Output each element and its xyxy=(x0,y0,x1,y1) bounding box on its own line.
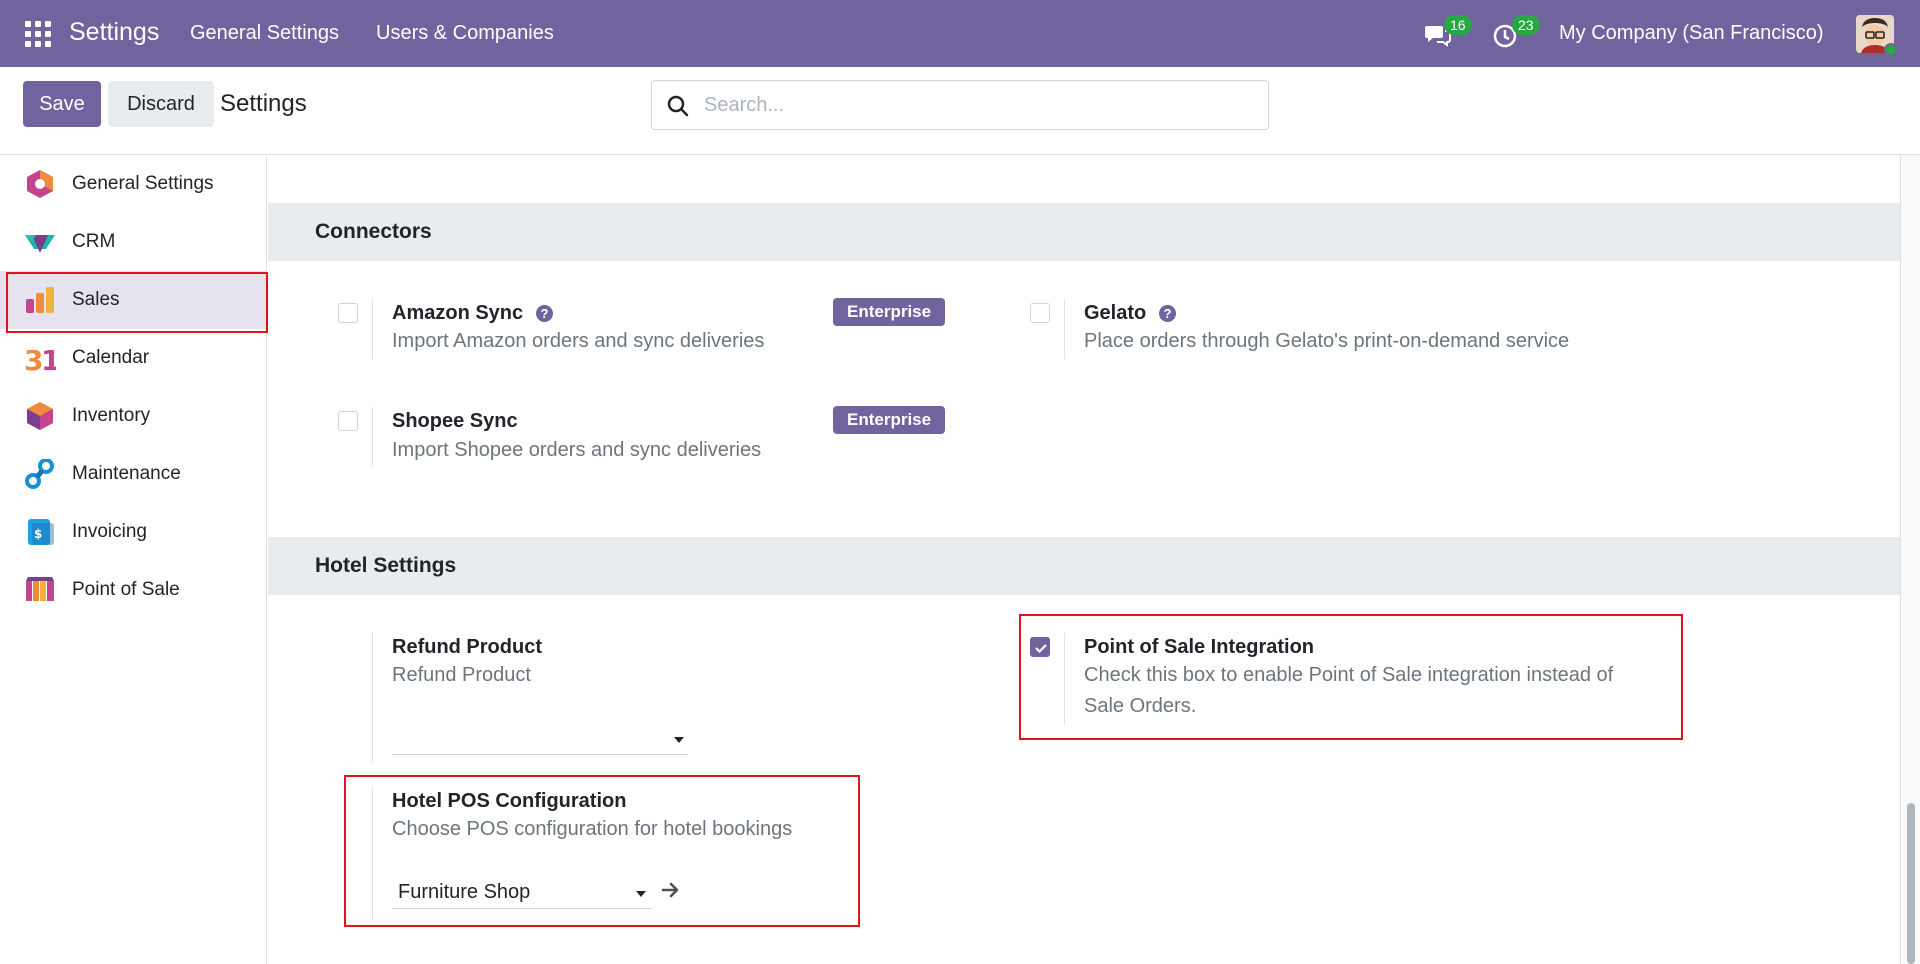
divider xyxy=(1064,633,1065,725)
refund-product-select[interactable] xyxy=(392,723,688,755)
search-input[interactable] xyxy=(704,91,1244,119)
control-panel: Save Discard Settings xyxy=(0,67,1920,155)
help-icon[interactable]: ? xyxy=(536,305,553,322)
section-title: Connectors xyxy=(315,220,432,243)
pos-integration-checkbox[interactable] xyxy=(1030,637,1050,657)
sidebar-item-invoicing[interactable]: $ Invoicing xyxy=(0,503,267,561)
chevron-down-icon xyxy=(636,891,646,897)
hotel-pos-config-value: Furniture Shop xyxy=(398,881,531,903)
activities-button[interactable]: 23 xyxy=(1492,15,1540,51)
apps-menu-icon[interactable] xyxy=(25,21,51,47)
inventory-icon xyxy=(27,402,53,430)
sidebar-item-label: Maintenance xyxy=(72,463,181,484)
calendar-icon: 3 1 xyxy=(24,344,56,373)
company-switcher[interactable]: My Company (San Francisco) xyxy=(1559,22,1824,45)
pos-integration-desc-line2: Sale Orders. xyxy=(1084,695,1197,717)
shopee-sync-checkbox[interactable] xyxy=(338,411,358,431)
divider xyxy=(1064,299,1065,359)
shopee-sync-desc: Import Shopee orders and sync deliveries xyxy=(392,439,762,461)
sidebar-item-label: Inventory xyxy=(72,405,151,426)
top-navbar: Settings General Settings Users & Compan… xyxy=(0,0,1920,67)
svg-text:1: 1 xyxy=(41,344,56,373)
section-title: Hotel Settings xyxy=(315,554,457,577)
help-icon[interactable]: ? xyxy=(1159,305,1176,322)
shopee-sync-title: Shopee Sync xyxy=(392,410,518,432)
menu-general-settings[interactable]: General Settings xyxy=(190,22,339,45)
gelato-checkbox[interactable] xyxy=(1030,303,1050,323)
general-settings-icon xyxy=(27,170,53,198)
settings-content: Connectors Amazon Sync ? Import Amazon o… xyxy=(268,155,1900,964)
messages-button[interactable]: 16 xyxy=(1424,15,1472,51)
sidebar-item-maintenance[interactable]: Maintenance xyxy=(0,445,267,503)
page-title: Settings xyxy=(220,90,307,117)
hotel-pos-config-desc: Choose POS configuration for hotel booki… xyxy=(392,818,793,840)
sidebar-item-inventory[interactable]: Inventory xyxy=(0,387,267,445)
amazon-sync-title: Amazon Sync xyxy=(392,302,524,324)
online-status-dot xyxy=(1884,43,1898,57)
arrow-right-icon[interactable] xyxy=(660,879,682,901)
hotel-pos-config-select[interactable]: Furniture Shop xyxy=(392,877,652,909)
divider xyxy=(372,299,373,359)
divider xyxy=(372,787,373,919)
settings-sidebar: General Settings CRM Sales 3 1 Calendar … xyxy=(0,155,268,964)
content-scrollbar[interactable] xyxy=(1900,155,1920,964)
sidebar-item-point-of-sale[interactable]: Point of Sale xyxy=(0,561,267,619)
discard-button[interactable]: Discard xyxy=(108,81,214,127)
sidebar-item-general-settings[interactable]: General Settings xyxy=(0,155,267,213)
sales-icon xyxy=(26,287,54,313)
checkmark-icon xyxy=(1035,644,1047,654)
amazon-sync-desc: Import Amazon orders and sync deliveries xyxy=(392,330,765,352)
enterprise-badge[interactable]: Enterprise xyxy=(833,406,946,434)
invoicing-icon: $ xyxy=(28,519,54,545)
enterprise-badge[interactable]: Enterprise xyxy=(833,298,946,326)
sidebar-item-label: Sales xyxy=(72,289,120,310)
pos-integration-title: Point of Sale Integration xyxy=(1084,636,1315,658)
app-title[interactable]: Settings xyxy=(69,18,159,47)
sidebar-item-label: Invoicing xyxy=(72,521,147,542)
messages-count-badge: 16 xyxy=(1444,15,1472,35)
sidebar-item-label: CRM xyxy=(72,231,116,252)
pos-integration-desc-line1: Check this box to enable Point of Sale i… xyxy=(1084,664,1614,686)
amazon-sync-checkbox[interactable] xyxy=(338,303,358,323)
sidebar-item-label: Calendar xyxy=(72,347,150,368)
search-box[interactable] xyxy=(651,80,1269,130)
sidebar-item-crm[interactable]: CRM xyxy=(0,213,267,271)
search-icon xyxy=(667,95,689,117)
point-of-sale-icon xyxy=(26,577,54,601)
chevron-down-icon xyxy=(674,737,684,743)
divider xyxy=(372,407,373,467)
refund-product-title: Refund Product xyxy=(392,636,542,658)
hotel-settings-section-header: Hotel Settings xyxy=(268,537,1900,595)
scroll-thumb[interactable] xyxy=(1907,803,1915,964)
user-avatar[interactable] xyxy=(1856,15,1898,57)
sidebar-item-label: Point of Sale xyxy=(72,579,180,600)
sidebar-item-label: General Settings xyxy=(72,173,214,194)
divider xyxy=(372,633,373,763)
save-button[interactable]: Save xyxy=(23,81,101,127)
connectors-section-header: Connectors xyxy=(268,203,1900,261)
crm-icon xyxy=(25,235,55,253)
sidebar-item-calendar[interactable]: 3 1 Calendar xyxy=(0,329,267,387)
maintenance-icon xyxy=(25,459,54,489)
gelato-desc: Place orders through Gelato's print-on-d… xyxy=(1084,330,1570,352)
hotel-pos-config-title: Hotel POS Configuration xyxy=(392,790,627,812)
activities-count-badge: 23 xyxy=(1512,15,1540,35)
gelato-title: Gelato xyxy=(1084,302,1147,324)
menu-users-companies[interactable]: Users & Companies xyxy=(376,22,554,45)
sidebar-item-sales[interactable]: Sales xyxy=(0,271,267,329)
svg-text:$: $ xyxy=(34,527,42,541)
refund-product-desc: Refund Product xyxy=(392,664,531,686)
